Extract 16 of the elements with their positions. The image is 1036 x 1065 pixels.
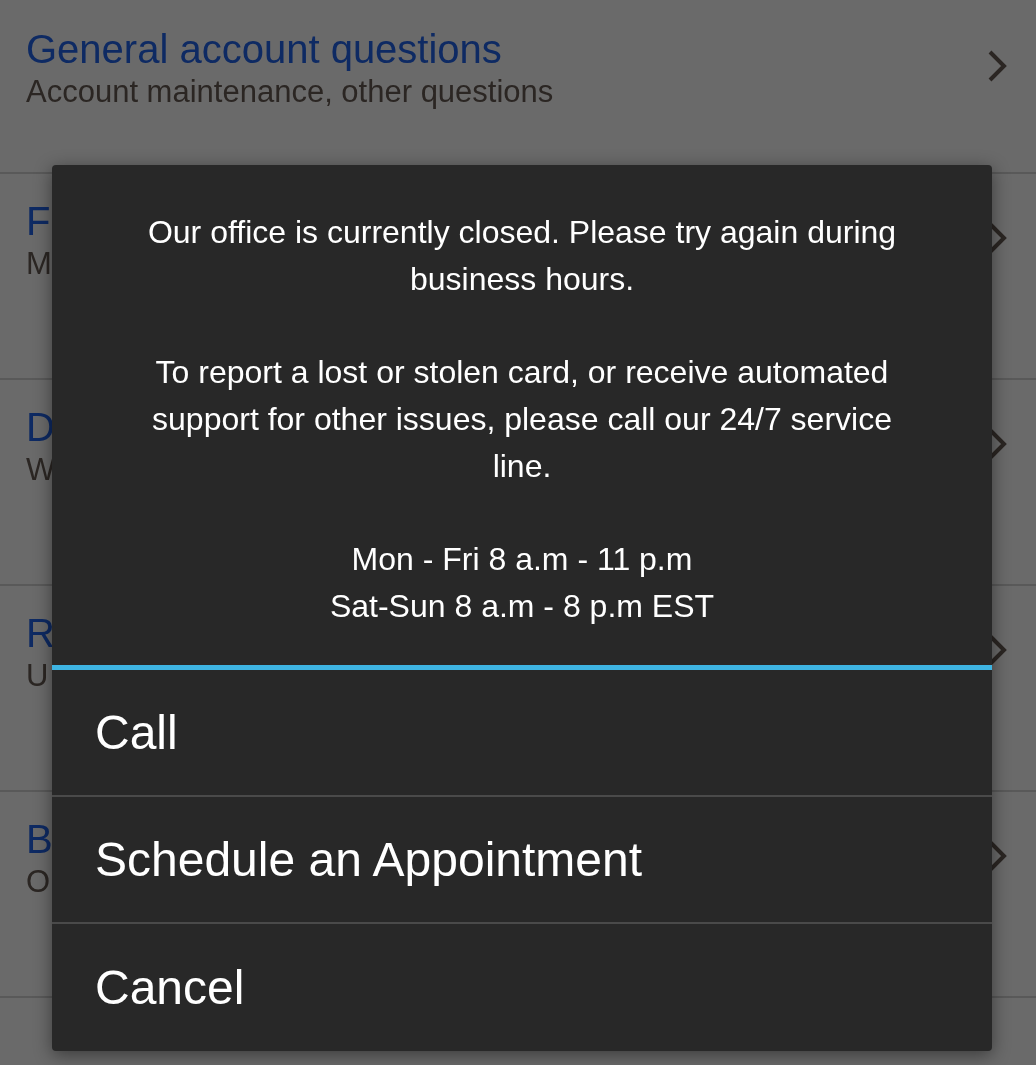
item-subtitle: Account maintenance, other questions <box>26 73 554 111</box>
item-subtitle: M <box>26 245 52 283</box>
dialog-option[interactable]: Cancel <box>52 924 992 1051</box>
hours-text: Mon - Fri 8 a.m - 11 p.m <box>350 540 694 579</box>
dialog-message: Our office is currently closed. Please try again during business hours. <box>146 213 898 299</box>
hours-text: Sat-Sun 8 a.m - 8 p.m EST <box>328 587 716 626</box>
dialog-option[interactable]: Schedule an Appointment <box>52 797 992 925</box>
dialog-option[interactable]: Call <box>52 670 992 798</box>
item-subtitle: O <box>26 863 51 901</box>
item-title: D <box>26 404 55 450</box>
item-subtitle: U <box>26 657 49 695</box>
item-title: B <box>26 816 53 862</box>
dialog-message: To report a lost or stolen card, or receive automated support for other issues, please call our 24/7 service line. <box>151 353 893 486</box>
item-title: R <box>26 610 55 656</box>
item-title: F <box>26 198 51 244</box>
item-title: General account questions <box>26 26 502 72</box>
